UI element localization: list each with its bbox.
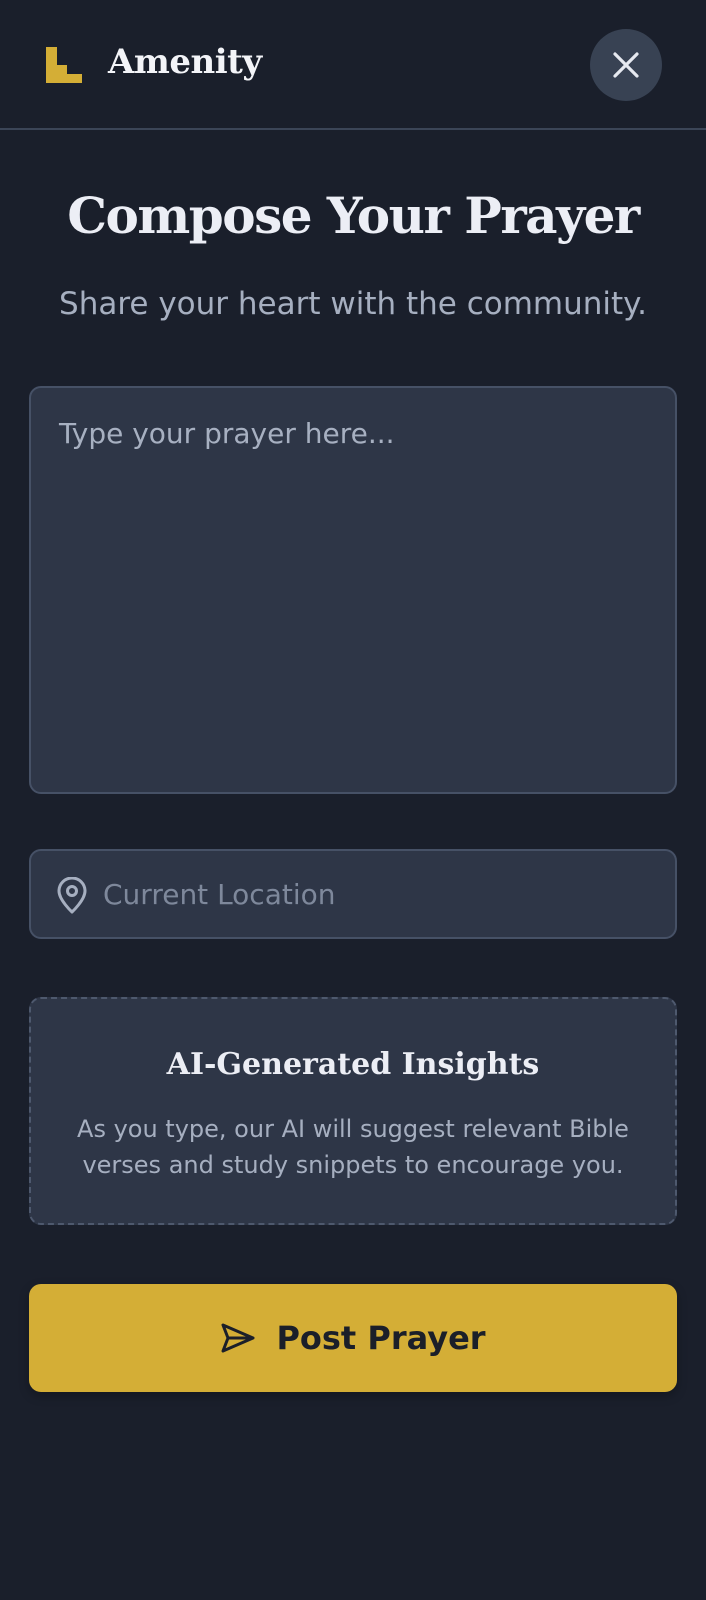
- close-button[interactable]: [590, 29, 662, 101]
- app-header: Amenity: [0, 0, 706, 130]
- page-subtitle: Share your heart with the community.: [59, 286, 647, 322]
- stair-logo-icon: [46, 47, 82, 83]
- map-pin-icon: [57, 877, 87, 914]
- insights-title: AI-Generated Insights: [166, 1047, 540, 1082]
- insights-description: As you type, our AI will suggest relevan…: [77, 1115, 629, 1179]
- ai-insights-panel: AI-Generated Insights As you type, our A…: [29, 997, 677, 1225]
- close-icon: [613, 52, 639, 78]
- location-field[interactable]: [29, 849, 677, 939]
- send-icon: [221, 1323, 255, 1353]
- location-input[interactable]: [103, 851, 663, 937]
- post-prayer-button[interactable]: Post Prayer: [29, 1284, 677, 1392]
- post-prayer-label: Post Prayer: [276, 1319, 486, 1357]
- prayer-textarea[interactable]: [29, 386, 677, 794]
- brand-name: Amenity: [108, 42, 262, 82]
- page-title: Compose Your Prayer: [67, 186, 640, 245]
